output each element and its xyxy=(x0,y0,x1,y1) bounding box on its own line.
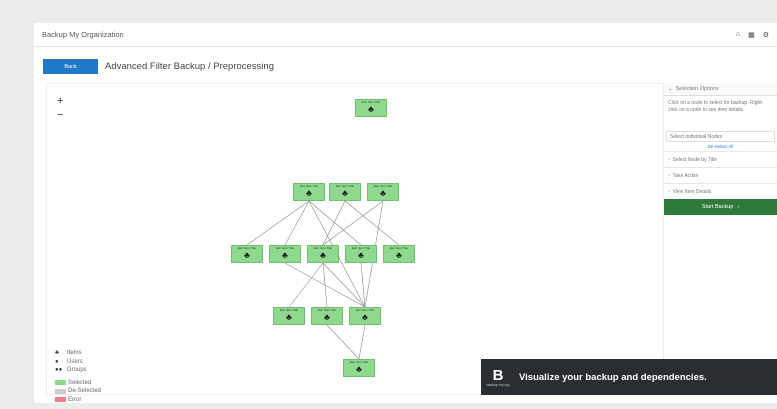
graph-edge xyxy=(288,262,324,308)
graph-edge xyxy=(246,200,310,246)
items-icon: ♣ xyxy=(55,350,59,357)
chevron-right-icon: › xyxy=(668,172,670,179)
graph-edge xyxy=(308,200,362,246)
graph-edge xyxy=(322,200,346,246)
error-swatch xyxy=(55,397,66,403)
selection-options-title: Selection Options xyxy=(675,86,719,92)
accordion-label: View Item Details xyxy=(672,188,712,195)
graph-edge xyxy=(344,200,400,246)
item-icon: ♣ xyxy=(244,250,250,260)
selection-panel: ⌄ Selection Options Click on a node to s… xyxy=(664,83,777,395)
item-icon: ♣ xyxy=(368,104,374,114)
graph-edges xyxy=(246,200,400,360)
grid-icon[interactable]: ▦ xyxy=(748,31,755,39)
graph-node[interactable]: Esri Item Title ♣ xyxy=(307,245,339,263)
graph-edge xyxy=(358,324,366,360)
app-title: Backup My Organization xyxy=(42,30,124,39)
zoom-out-button[interactable]: − xyxy=(57,110,63,121)
deselected-swatch xyxy=(55,388,66,394)
item-icon: ♣ xyxy=(306,188,312,198)
legend-groups: Groups xyxy=(67,367,87,374)
graph-edge xyxy=(322,262,328,308)
gear-icon[interactable]: ⚙ xyxy=(763,31,769,39)
graph-node[interactable]: Esri Item Title ♣ xyxy=(355,99,387,117)
legend-users: Users xyxy=(67,358,83,365)
selection-options-header[interactable]: ⌄ Selection Options xyxy=(664,83,777,96)
home-icon[interactable]: ⌂ xyxy=(736,31,740,39)
graph-edge xyxy=(326,324,360,360)
graph-node[interactable]: Esri Item Title ♣ xyxy=(329,183,361,201)
graph-edge xyxy=(322,262,366,308)
graph-node[interactable]: Esri Item Title ♣ xyxy=(345,245,377,263)
node-select-dropdown[interactable]: Select Individual Nodes xyxy=(666,131,775,142)
deselect-all-link[interactable]: De-Select All xyxy=(664,142,777,151)
legend-selected: Selected xyxy=(68,379,92,386)
page-title: Advanced Filter Backup / Preprocessing xyxy=(105,61,274,72)
graph-canvas[interactable]: + − Esri Item Title ♣ Esri Item Title ♣ Esri… xyxy=(46,83,664,403)
start-backup-label: Start Backup xyxy=(701,204,734,210)
app-window: Backup My Organization ⌂ ▦ ⚙ Back Advanc… xyxy=(34,23,777,403)
start-backup-button[interactable]: Start Backup › xyxy=(664,199,777,215)
accordion-select-node-by-title[interactable]: › Select Node by Title xyxy=(664,151,777,167)
user-icon: ● xyxy=(55,358,59,365)
item-icon: ♣ xyxy=(286,312,292,322)
item-icon: ♣ xyxy=(380,188,386,198)
node-select-value: Select Individual Nodes xyxy=(670,133,723,140)
logo: B backup my org xyxy=(481,359,515,395)
item-icon: ♣ xyxy=(324,312,330,322)
graph-node[interactable]: Esri Item Title ♣ xyxy=(343,359,375,377)
accordion-take-action[interactable]: › Take Action xyxy=(664,167,777,183)
legend: ♣ Items ● Users ●● Groups Selected De-Selec… xyxy=(55,349,101,404)
top-icons: ⌂ ▦ ⚙ xyxy=(736,31,769,39)
top-bar: Backup My Organization ⌂ ▦ ⚙ xyxy=(34,23,777,47)
logo-letter: B xyxy=(492,366,504,384)
graph-edge xyxy=(322,200,384,246)
item-icon: ♣ xyxy=(358,250,364,260)
graph-node[interactable]: Esri Item Title ♣ xyxy=(293,183,325,201)
item-icon: ♣ xyxy=(362,312,368,322)
graph-edge xyxy=(360,262,366,308)
panel-description: Click on a node to select for backup. Ri… xyxy=(668,100,764,113)
logo-text: backup my org xyxy=(486,382,510,387)
chevron-right-icon: › xyxy=(737,204,740,210)
graph-node[interactable]: Esri Item Title ♣ xyxy=(367,183,399,201)
chevron-right-icon: › xyxy=(668,156,670,163)
accordion-view-item-details[interactable]: › View Item Details xyxy=(664,183,777,199)
item-icon: ♣ xyxy=(356,364,362,374)
legend-error: Error xyxy=(68,396,82,403)
header-row: Back Advanced Filter Backup / Preprocess… xyxy=(43,59,274,74)
item-icon: ♣ xyxy=(396,250,402,260)
zoom-in-button[interactable]: + xyxy=(57,96,63,107)
graph-node[interactable]: Esri Item Title ♣ xyxy=(269,245,301,263)
banner-message: Visualize your backup and dependencies. xyxy=(519,371,707,383)
graph-edge xyxy=(284,200,310,246)
chevron-down-icon: ⌄ xyxy=(668,86,673,92)
graph-edge xyxy=(284,262,366,308)
selected-swatch xyxy=(55,380,66,386)
graph-node[interactable]: Esri Item Title ♣ xyxy=(383,245,415,263)
graph-node[interactable]: Esri Item Title ♣ xyxy=(273,307,305,325)
graph-node[interactable]: Esri Item Title ♣ xyxy=(349,307,381,325)
legend-items: Items xyxy=(67,350,82,357)
chevron-right-icon: › xyxy=(668,188,670,195)
graph-node[interactable]: Esri Item Title ♣ xyxy=(231,245,263,263)
back-button[interactable]: Back xyxy=(43,59,98,74)
item-icon: ♣ xyxy=(320,250,326,260)
accordion-label: Select Node by Title xyxy=(672,156,718,163)
accordion-label: Take Action xyxy=(672,172,699,179)
groups-icon: ●● xyxy=(55,367,63,374)
promo-banner: B backup my org Visualize your backup an… xyxy=(481,359,777,395)
graph-node[interactable]: Esri Item Title ♣ xyxy=(311,307,343,325)
item-icon: ♣ xyxy=(342,188,348,198)
legend-deselected: De-Selected xyxy=(68,388,102,395)
item-icon: ♣ xyxy=(282,250,288,260)
